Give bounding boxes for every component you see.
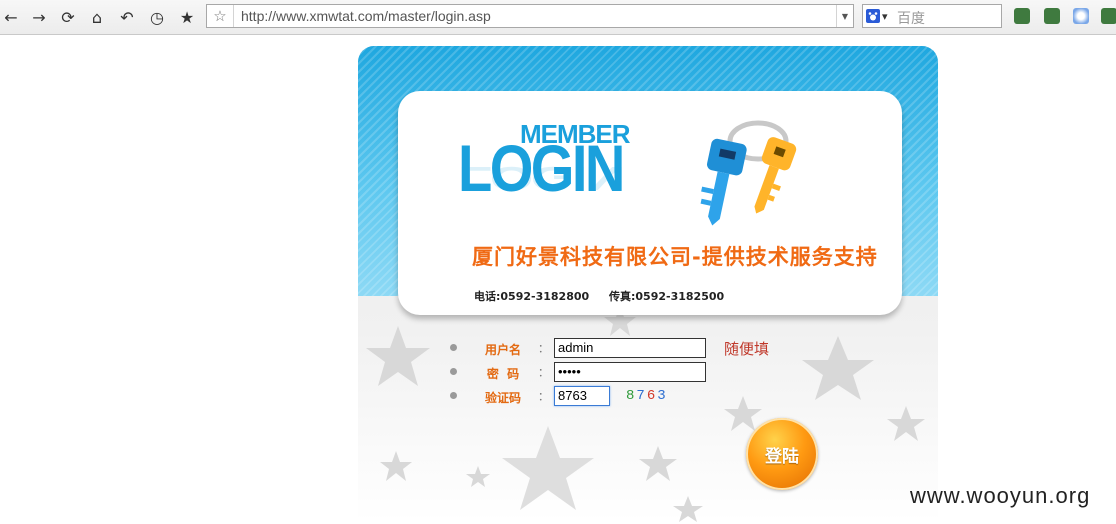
logo-login-reflection: LOGIN — [458, 160, 623, 197]
back-icon[interactable]: ← — [0, 6, 22, 28]
contact-info: 电话:0592-3182800 传真:0592-3182500 — [474, 288, 724, 304]
extension-icon-3[interactable] — [1101, 8, 1116, 24]
login-button-label: 登陆 — [765, 446, 799, 467]
captcha-row: 验证码 ： 8763 8763 — [446, 386, 846, 408]
login-panel: MEMBER LOGIN LOGIN 厦门好景科技有限公司-提供技术服务支持 电 — [358, 46, 938, 522]
password-input[interactable]: ••••• — [554, 362, 706, 382]
bookmark-star-icon[interactable]: ★ — [176, 6, 198, 28]
bullet-icon — [450, 368, 457, 375]
captcha-input[interactable]: 8763 — [554, 386, 610, 406]
password-row: 密 码 ： ••••• — [446, 362, 846, 384]
extension-icon-1[interactable] — [1014, 8, 1030, 24]
extension-icon-2[interactable] — [1044, 8, 1060, 24]
search-box[interactable]: ▾ 百度 — [862, 4, 1002, 28]
watermark: www.wooyun.org — [910, 483, 1091, 508]
captcha-digit: 6 — [646, 388, 658, 404]
history-icon[interactable]: ◷ — [146, 6, 168, 28]
baidu-paw-icon[interactable]: ▾ — [866, 8, 890, 24]
colon: ： — [538, 366, 549, 379]
browser-toolbar: ← → ⟳ ⌂ ↶ ◷ ★ ☆ http://www.xmwtat.com/ma… — [0, 0, 1116, 35]
undo-icon[interactable]: ↶ — [116, 6, 138, 28]
captcha-image: 8763 — [626, 388, 668, 404]
username-row: 用户名 ： admin 随便填 — [446, 338, 846, 360]
bullet-icon — [450, 392, 457, 399]
username-input[interactable]: admin — [554, 338, 706, 358]
username-label: 用户名 — [484, 343, 521, 357]
forward-icon[interactable]: → — [28, 6, 50, 28]
keys-icon — [700, 120, 797, 226]
url-text[interactable]: http://www.xmwtat.com/master/login.asp — [241, 8, 491, 24]
phone-number: 电话:0592-3182800 — [474, 290, 590, 303]
captcha-label: 验证码 — [484, 391, 521, 405]
reload-icon[interactable]: ⟳ — [57, 6, 79, 28]
password-label: 密 码 — [486, 367, 520, 381]
star-outline-icon[interactable]: ☆ — [207, 5, 234, 27]
globe-icon[interactable] — [1073, 8, 1089, 24]
captcha-digit: 7 — [636, 388, 647, 404]
company-name: 厦门好景科技有限公司-提供技术服务支持 — [472, 245, 878, 269]
decorative-stars — [366, 306, 925, 522]
colon: ： — [538, 390, 549, 403]
banner-card: MEMBER LOGIN LOGIN 厦门好景科技有限公司-提供技术服务支持 电 — [398, 91, 902, 315]
captcha-digit: 8 — [626, 388, 637, 404]
chevron-down-icon[interactable]: ▼ — [836, 5, 853, 27]
address-bar[interactable]: ☆ http://www.xmwtat.com/master/login.asp… — [206, 4, 854, 28]
search-placeholder: 百度 — [897, 10, 925, 26]
captcha-digit: 3 — [657, 388, 668, 404]
login-button[interactable]: 登陆 — [746, 418, 818, 490]
colon: ： — [538, 342, 549, 355]
fax-number: 传真:0592-3182500 — [609, 290, 725, 303]
bullet-icon — [450, 344, 457, 351]
home-icon[interactable]: ⌂ — [86, 6, 108, 28]
username-hint: 随便填 — [724, 340, 770, 358]
